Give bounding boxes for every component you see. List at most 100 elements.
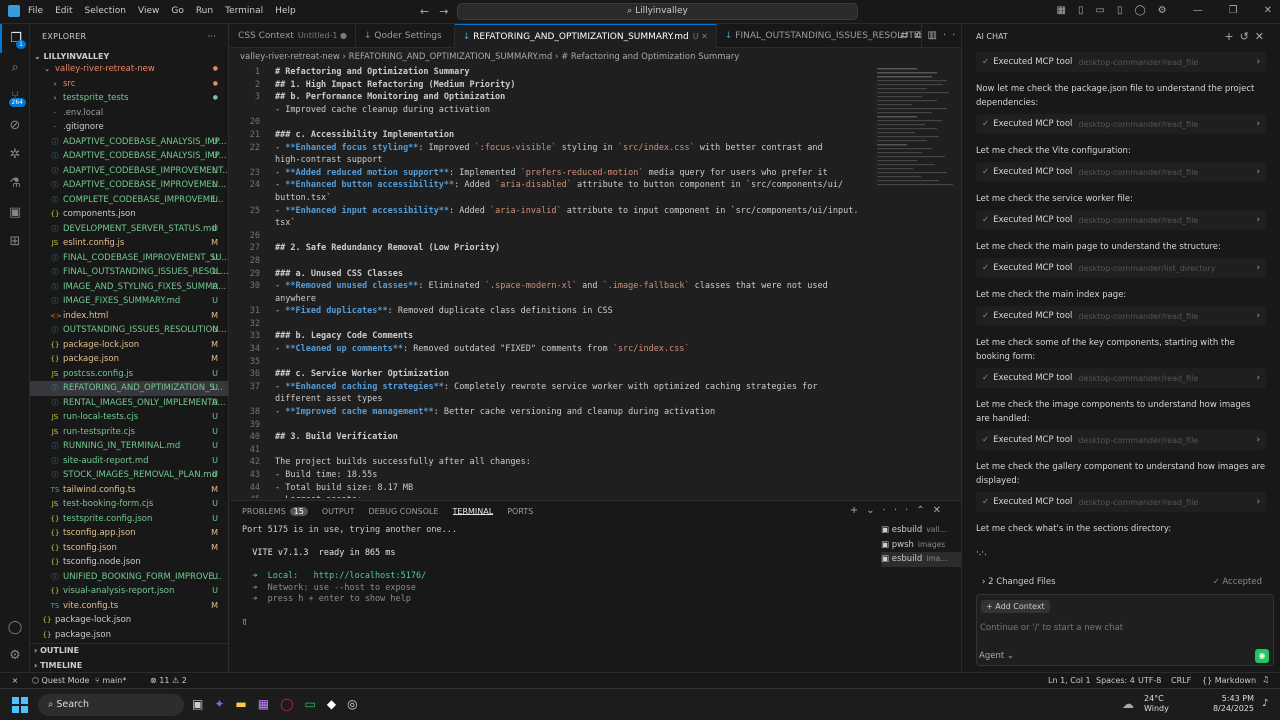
cursor-position[interactable]: Ln 1, Col 1 — [1048, 676, 1091, 685]
file-item[interactable]: ⓘ FINAL_OUTSTANDING_ISSUES_RESOL... U — [30, 265, 229, 280]
chat-input[interactable]: Continue or '/' to start a new chat — [980, 623, 1123, 633]
new-terminal-icon[interactable]: +⌄ — [850, 505, 883, 516]
file-item[interactable]: {} tsconfig.json M — [30, 541, 228, 556]
file-item[interactable]: ⓘ UNIFIED_BOOKING_FORM_IMPROVE... U — [30, 570, 228, 585]
file-item[interactable]: ⓘ RUNNING_IN_TERMINAL.md U — [30, 439, 228, 454]
close-panel-icon[interactable]: ✕ — [933, 505, 949, 516]
file-item[interactable]: ⓘ DEVELOPMENT_SERVER_STATUS.md U — [30, 222, 228, 237]
compare-icon[interactable]: ⇄ — [900, 30, 914, 41]
problems-indicator[interactable]: ⊗ 11 ⚠ 2 — [150, 676, 187, 685]
toggle-sidebar-icon[interactable]: ▯ — [1078, 5, 1084, 16]
toggle-panel-icon[interactable]: ▭ — [1096, 5, 1105, 16]
toggle-secondary-sidebar-icon[interactable]: ▯ — [1117, 5, 1123, 16]
file-item[interactable]: {} package.json — [30, 628, 228, 643]
minimize-icon[interactable]: — — [1193, 5, 1203, 16]
mcp-tool-call[interactable]: ✓ Executed MCP tool desktop-commander/read… — [976, 430, 1266, 450]
notifications-bell-icon[interactable]: ♫ — [1262, 675, 1269, 684]
open-preview-icon[interactable]: ⧉ — [914, 30, 927, 41]
testing-icon[interactable]: ⚗ — [0, 169, 30, 198]
file-item[interactable]: {} tsconfig.app.json M — [30, 526, 228, 541]
menu-selection[interactable]: Selection — [85, 6, 126, 16]
file-item[interactable]: ⓘ site-audit-report.md U — [30, 454, 228, 469]
menu-go[interactable]: Go — [171, 6, 183, 16]
file-item[interactable]: <>index.html M — [30, 309, 228, 324]
account-icon[interactable]: ◯ — [1134, 5, 1145, 16]
timeline-section[interactable]: › TIMELINE — [30, 659, 229, 674]
menu-run[interactable]: Run — [196, 6, 213, 16]
mode-select[interactable]: Agent ⌄ — [979, 651, 1014, 661]
encoding[interactable]: UTF-8 — [1138, 676, 1161, 685]
file-item[interactable]: ⓘ STOCK_IMAGES_REMOVAL_PLAN.md U — [30, 468, 228, 483]
weather-widget[interactable]: 24°C Windy — [1144, 694, 1169, 714]
file-item[interactable]: TS vite.config.ts M — [30, 599, 228, 614]
menu-edit[interactable]: Edit — [55, 6, 72, 16]
search-icon[interactable]: ⌕ — [0, 53, 30, 82]
file-item[interactable]: JS test-booking-form.cjs U — [30, 497, 228, 512]
copilot-icon[interactable]: ✦ — [214, 697, 224, 711]
file-item[interactable]: ⓘ IMAGE_AND_STYLING_FIXES_SUMMA... U — [30, 280, 228, 295]
menu-help[interactable]: Help — [275, 6, 296, 16]
file-item[interactable]: {} tsconfig.node.json — [30, 555, 228, 570]
mcp-tool-call[interactable]: ✓ Executed MCP tool desktop-commander/read… — [976, 114, 1266, 134]
mcp-tool-call[interactable]: ✓ Executed MCP tool desktop-commander/list… — [976, 258, 1266, 278]
file-item[interactable]: · .env.local — [30, 106, 228, 121]
panel-tab-ports[interactable]: PORTS — [507, 507, 533, 516]
split-editor-icon[interactable]: ▥ — [928, 30, 943, 41]
editor-tab[interactable]: ↓ Qoder Settings — [356, 24, 455, 48]
code-editor[interactable]: 1 # Refactoring and Optimization Summary 2… — [230, 66, 875, 498]
notification-icon[interactable]: ♪ — [1262, 698, 1268, 709]
file-item[interactable]: ⓘ RENTAL_IMAGES_ONLY_IMPLEMENTA... U — [30, 396, 228, 411]
file-item[interactable]: {} package-lock.json — [30, 613, 228, 628]
workspace-root[interactable]: ⌄ LILLYINVALLEY — [30, 48, 228, 62]
file-item[interactable]: ⓘ ADAPTIVE_CODEBASE_IMPROVEMEN... U — [30, 178, 228, 193]
history-icon[interactable]: ↺ — [1240, 30, 1255, 43]
outline-section[interactable]: › OUTLINE — [30, 644, 229, 659]
file-item[interactable]: TS tailwind.config.ts M — [30, 483, 228, 498]
close-icon[interactable]: ✕ — [1264, 5, 1272, 16]
panel-tab-problems[interactable]: PROBLEMS 15 — [242, 507, 308, 516]
file-item[interactable]: ⓘ COMPLETE_CODEBASE_IMPROVEME... U — [30, 193, 228, 208]
menu-terminal[interactable]: Terminal — [225, 6, 263, 16]
add-context-button[interactable]: + Add Context — [981, 600, 1050, 613]
file-item[interactable]: JS run-local-tests.cjs U — [30, 410, 228, 425]
terminal-output[interactable]: Port 5175 is in use, trying another one.… — [242, 525, 872, 629]
breadcrumb[interactable]: valley-river-retreat-new › REFATORING_AN… — [230, 48, 961, 66]
language-mode[interactable]: {} Markdown — [1202, 676, 1256, 685]
terminal-instance[interactable]: ▣ pwsh images — [881, 538, 961, 553]
task-view-icon[interactable]: ▣ — [192, 697, 203, 711]
nav-arrows[interactable]: ←→ — [420, 5, 458, 18]
start-button[interactable] — [12, 697, 28, 713]
file-item[interactable]: JS run-testsprite.cjs U — [30, 425, 228, 440]
github-icon[interactable]: ◎ — [347, 697, 357, 711]
layout-icon[interactable]: ▦ — [1057, 5, 1066, 16]
minimap[interactable] — [875, 66, 961, 498]
settings-icon[interactable]: ⚙ — [1158, 5, 1167, 16]
file-item[interactable]: JS eslint.config.js M — [30, 236, 228, 251]
menu-file[interactable]: File — [28, 6, 43, 16]
folder-item[interactable]: › src ● — [30, 77, 228, 92]
file-item[interactable]: {} testsprite.config.json U — [30, 512, 228, 527]
close-chat-icon[interactable]: ✕ — [1255, 30, 1270, 43]
terminal-app-icon[interactable]: ◆ — [327, 697, 336, 711]
account-icon[interactable]: ◯ — [0, 613, 30, 642]
file-item[interactable]: {} package.json M — [30, 352, 228, 367]
file-item[interactable]: · .gitignore — [30, 120, 228, 135]
forward-arrow-icon[interactable]: → — [439, 5, 458, 18]
indentation[interactable]: Spaces: 4 — [1096, 676, 1135, 685]
mcp-tool-call[interactable]: ✓ Executed MCP tool desktop-commander/read… — [976, 210, 1266, 230]
remote-explorer-icon[interactable]: ▣ — [0, 198, 30, 227]
changed-files-bar[interactable]: › 2 Changed Files ✓ Accepted — [982, 574, 1262, 590]
taskbar-search[interactable]: ⌕ Search — [38, 694, 184, 716]
chat-input-box[interactable]: + Add Context Continue or '/' to start a… — [976, 594, 1274, 666]
panel-tab-debug-console[interactable]: DEBUG CONSOLE — [368, 507, 438, 516]
maximize-panel-icon[interactable]: ⌃ — [916, 505, 932, 516]
file-explorer-icon[interactable]: ▬ — [235, 697, 246, 711]
extension-blocks-icon[interactable]: ⊞ — [0, 227, 30, 256]
editor-tab[interactable]: CSS Context Untitled-1 ● — [230, 24, 356, 48]
extensions-icon[interactable]: ✲ — [0, 140, 30, 169]
folder-item[interactable]: ⌄ valley-river-retreat-new ● — [30, 62, 228, 77]
panel-tab-terminal[interactable]: TERMINAL — [452, 507, 494, 516]
file-item[interactable]: {} visual-analysis-report.json U — [30, 584, 228, 599]
mcp-tool-call[interactable]: ✓ Executed MCP tool desktop-commander/read… — [976, 306, 1266, 326]
branch-indicator[interactable]: ⑂ main* — [95, 676, 126, 685]
